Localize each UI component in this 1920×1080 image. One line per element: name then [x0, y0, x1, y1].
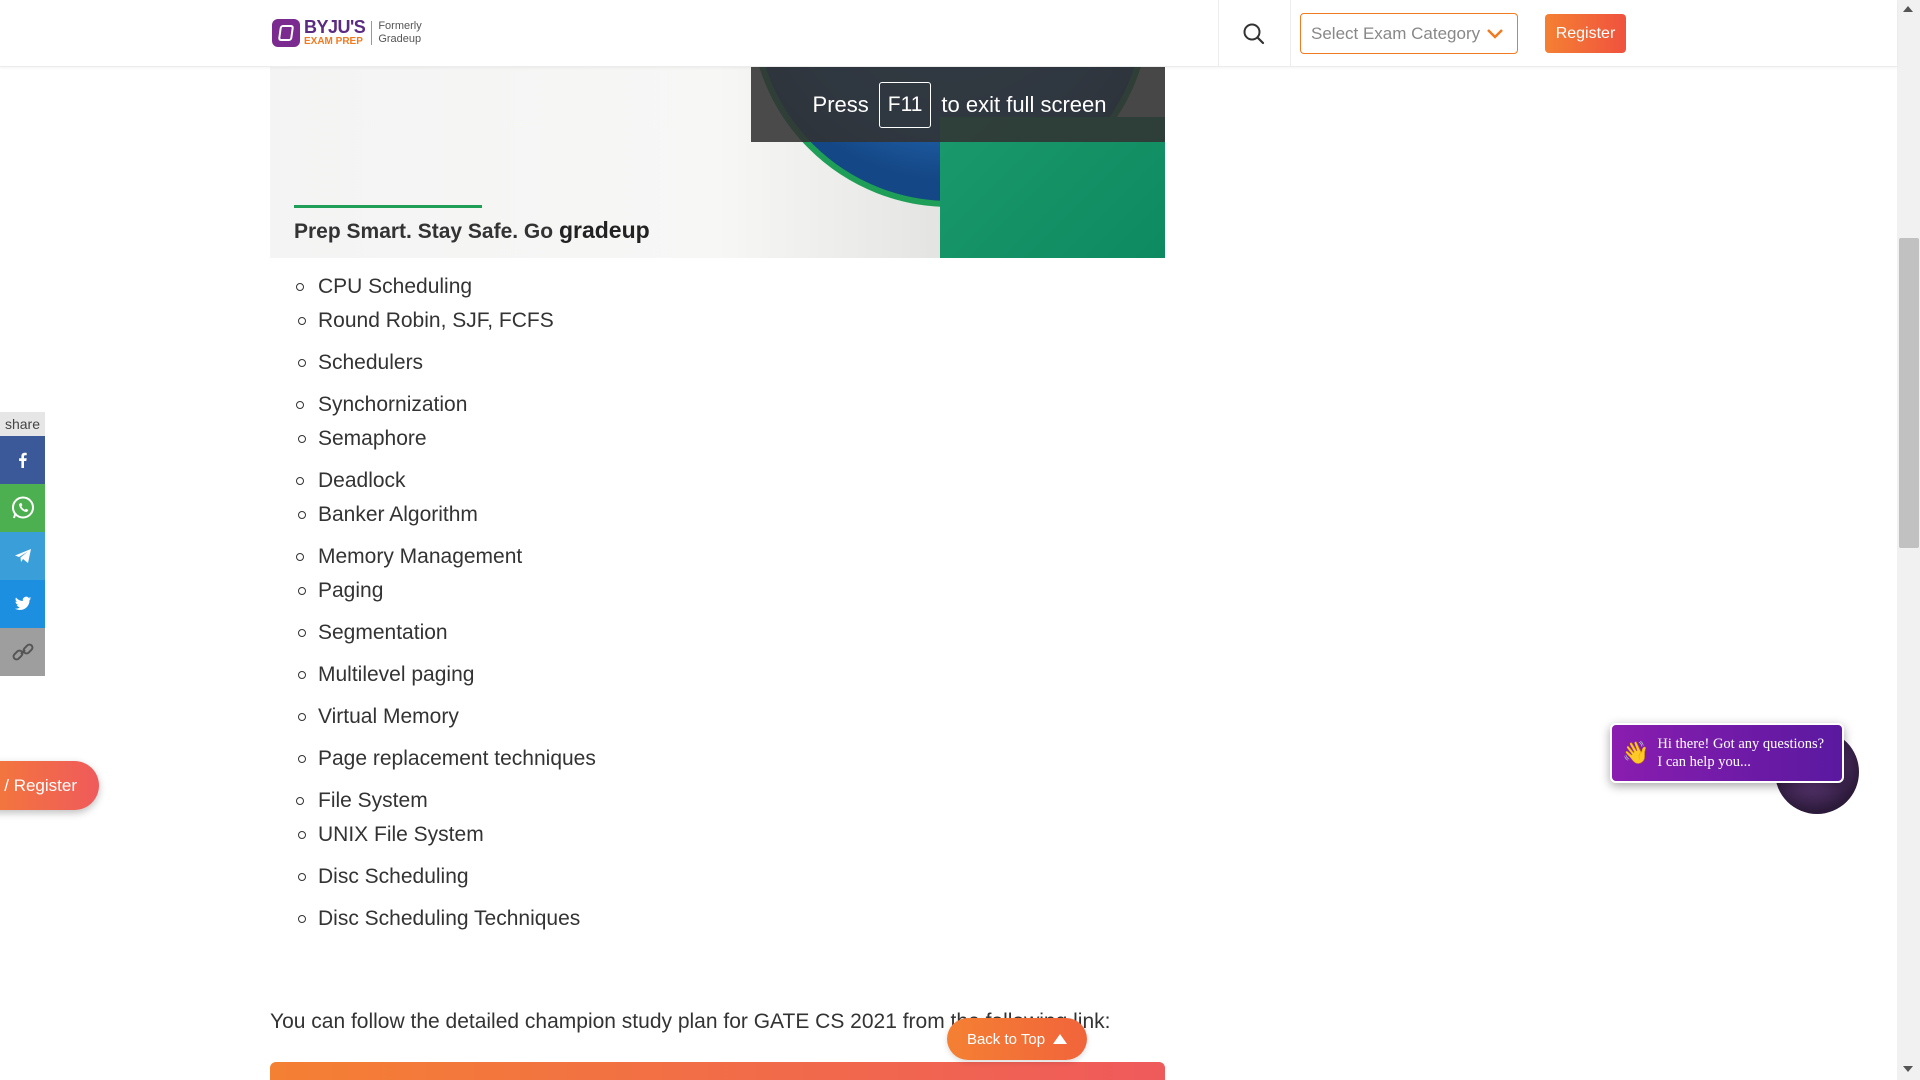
logo-badge-icon [272, 18, 300, 47]
subtopic-item: Semaphore [298, 422, 1165, 456]
scrollbar-thumb[interactable] [1899, 238, 1919, 548]
share-telegram-button[interactable] [0, 532, 45, 580]
back-to-top-label: Back to Top [966, 1030, 1046, 1048]
fullscreen-notice: Press F11 to exit full screen [751, 67, 1165, 142]
whatsapp-icon [11, 496, 34, 519]
site-header: BYJU'S EXAM PREP Formerly Gradeup Select… [0, 0, 1897, 67]
topic-label: File System [318, 789, 428, 812]
subtopic-list: UNIX File System Disc Scheduling Disc Sche… [298, 818, 1165, 936]
register-button[interactable]: Register [1545, 14, 1626, 53]
topic-label: Memory Management [318, 545, 523, 568]
topic-label: CPU Scheduling [318, 275, 473, 298]
exam-category-select[interactable]: Select Exam Category [1300, 13, 1518, 54]
facebook-icon [18, 452, 27, 468]
telegram-icon [14, 549, 31, 563]
subtopic-item: Disc Scheduling Techniques [298, 902, 1165, 936]
share-whatsapp-button[interactable] [0, 484, 45, 532]
topic-item: CPU Scheduling Round Robin, SJF, FCFS Sche… [270, 270, 1165, 380]
logo-wordmark: BYJU'S EXAM PREP [304, 17, 366, 47]
subtopic-item: UNIX File System [298, 818, 1165, 852]
topic-item: Memory Management Paging Segmentation Multi… [270, 540, 1165, 776]
search-button[interactable] [1240, 20, 1268, 48]
search-icon [1243, 23, 1265, 45]
study-plan-banner[interactable] [270, 1062, 1165, 1080]
logo-formerly-line1: Formerly [378, 19, 422, 32]
subtopic-list: Paging Segmentation Multilevel paging Virtu… [298, 574, 1165, 776]
scroll-up-arrow-icon[interactable] [1903, 6, 1913, 12]
header-divider [1218, 0, 1219, 67]
topic-item: Deadlock Banker Algorithm [270, 464, 1165, 532]
login-register-button[interactable]: / Register [0, 761, 99, 810]
subtopic-item: Multilevel paging [298, 658, 1165, 692]
chevron-down-icon [1487, 29, 1503, 39]
subtopic-list: Round Robin, SJF, FCFS Schedulers [298, 304, 1165, 380]
subtopic-item: Schedulers [298, 346, 1165, 380]
topic-label: Deadlock [318, 469, 406, 492]
banner-tagline-brand: gradeup [558, 217, 650, 243]
logo-formerly-line2: Gradeup [378, 32, 422, 45]
subtopic-item: Round Robin, SJF, FCFS [298, 304, 1165, 338]
chat-greeting-bubble[interactable]: 👋 Hi there! Got any questions? I can hel… [1610, 723, 1844, 783]
subtopic-item: Banker Algorithm [298, 498, 1165, 532]
subtopic-list: Semaphore [298, 422, 1165, 456]
subtopic-list: Banker Algorithm [298, 498, 1165, 532]
chat-line-2: I can help you... [1657, 754, 1751, 770]
subtopic-item: Disc Scheduling [298, 860, 1165, 894]
fullscreen-press: Press [812, 91, 869, 117]
share-facebook-button[interactable] [0, 436, 45, 484]
share-sidebar: share [0, 412, 45, 676]
logo-brand: BYJU'S [304, 17, 366, 37]
scroll-down-arrow-icon[interactable] [1903, 1066, 1913, 1072]
chat-line-1: Hi there! Got any questions? [1657, 736, 1825, 752]
subtopic-item: Page replacement techniques [298, 742, 1165, 776]
fullscreen-rest: to exit full screen [941, 91, 1107, 117]
subtopic-item: Paging [298, 574, 1165, 608]
twitter-icon [14, 596, 31, 611]
byjus-logo[interactable]: BYJU'S EXAM PREP Formerly Gradeup [272, 18, 422, 47]
subtopic-item: Virtual Memory [298, 700, 1165, 734]
exam-category-placeholder: Select Exam Category [1311, 23, 1481, 43]
fullscreen-key: F11 [878, 81, 932, 128]
article-banner-image: Press F11 to exit full screen Prep Smart… [270, 67, 1165, 258]
logo-formerly: Formerly Gradeup [378, 20, 421, 46]
back-to-top-button[interactable]: Back to Top [947, 1018, 1087, 1060]
logo-sub: EXAM PREP [304, 36, 363, 47]
header-divider [1290, 0, 1291, 67]
banner-tagline: Prep Smart. Stay Safe. Go gradeup [294, 217, 650, 244]
share-twitter-button[interactable] [0, 580, 45, 628]
topic-label: Synchornization [318, 393, 468, 416]
topic-item: Synchornization Semaphore [270, 388, 1165, 456]
subtopic-item: Segmentation [298, 616, 1165, 650]
banner-accent-line [294, 205, 482, 208]
syllabus-topic-list: CPU Scheduling Round Robin, SJF, FCFS Sche… [270, 270, 1165, 944]
banner-tagline-text: Prep Smart. Stay Safe. Go [294, 220, 554, 243]
chat-text: Hi there! Got any questions? I can help … [1657, 735, 1824, 771]
waving-hand-icon: 👋 [1622, 740, 1650, 765]
share-copy-link-button[interactable] [0, 628, 45, 676]
caret-up-icon [1053, 1034, 1068, 1044]
topic-item: File System UNIX File System Disc Scheduli… [270, 784, 1165, 936]
logo-separator [371, 20, 373, 45]
link-icon [12, 643, 33, 661]
share-label: share [0, 412, 45, 436]
